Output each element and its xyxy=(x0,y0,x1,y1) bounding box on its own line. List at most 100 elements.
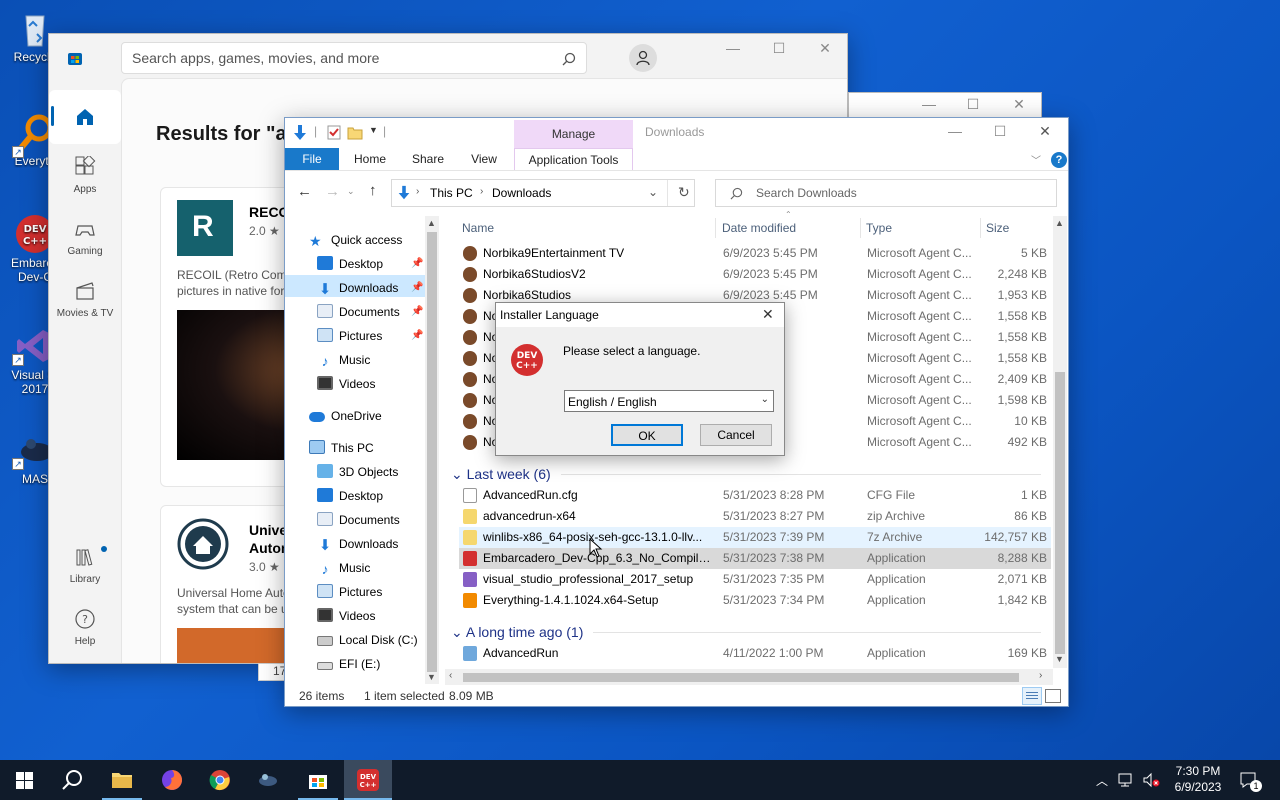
store-minimize-button[interactable]: — xyxy=(723,40,743,56)
store-maximize-button[interactable]: ☐ xyxy=(769,40,789,57)
explorer-maximize-button[interactable]: ☐ xyxy=(990,123,1010,140)
tab-home[interactable]: Home xyxy=(347,148,393,170)
breadcrumb-this-pc[interactable]: This PC xyxy=(430,186,473,200)
agent-file-icon xyxy=(463,246,477,261)
bg-minimize-button[interactable]: — xyxy=(919,96,939,112)
svg-text:DEV: DEV xyxy=(517,351,538,361)
file-size-cell: 2,409 KB xyxy=(997,372,1047,386)
manage-contextual-tab[interactable]: Manage xyxy=(514,120,633,148)
tab-file[interactable]: File xyxy=(285,148,339,170)
breadcrumb-downloads[interactable]: Downloads xyxy=(492,186,551,200)
start-button[interactable] xyxy=(0,760,48,800)
tab-view[interactable]: View xyxy=(461,148,507,170)
address-bar[interactable]: › This PC › Downloads ⌄ ↻ xyxy=(391,179,695,207)
file-row[interactable]: advancedrun-x64 5/31/2023 8:27 PM zip Arch… xyxy=(459,506,1051,527)
scroll-up-arrow[interactable]: ▲ xyxy=(1055,218,1064,228)
agent-file-icon xyxy=(463,372,477,387)
group-long-time-ago[interactable]: ⌄ A long time ago (1) xyxy=(451,620,1041,644)
taskbar-chrome[interactable] xyxy=(196,760,244,800)
taskbar-file-explorer[interactable] xyxy=(98,760,146,800)
taskbar-devcpp-installer[interactable]: DEV C++ xyxy=(344,760,392,800)
taskbar-mas-app[interactable] xyxy=(244,760,292,800)
column-divider[interactable] xyxy=(715,218,716,238)
file-row[interactable]: AdvancedRun 4/11/2022 1:00 PM Application 1… xyxy=(459,643,1051,664)
scroll-right-arrow[interactable]: › xyxy=(1039,670,1042,681)
ok-button[interactable]: OK xyxy=(611,424,683,446)
scroll-down-arrow[interactable]: ▼ xyxy=(427,672,436,682)
search-icon[interactable] xyxy=(562,52,576,66)
file-row[interactable]: visual_studio_professional_2017_setup 5/3… xyxy=(459,569,1051,590)
search-downloads-input[interactable]: Search Downloads xyxy=(715,179,1057,207)
account-avatar[interactable] xyxy=(629,44,657,72)
back-button[interactable]: ← xyxy=(297,183,312,200)
explorer-close-button[interactable]: ✕ xyxy=(1035,123,1055,140)
tab-share[interactable]: Share xyxy=(405,148,451,170)
properties-icon[interactable] xyxy=(327,125,341,140)
dialog-close-button[interactable]: ✕ xyxy=(762,306,774,323)
ribbon-divider xyxy=(285,170,1068,171)
bg-close-button[interactable]: ✕ xyxy=(1009,96,1029,113)
file-row[interactable]: Everything-1.4.1.1024.x64-Setup 5/31/2023… xyxy=(459,590,1051,611)
file-list-scrollbar[interactable]: ▲ ▼ xyxy=(1053,216,1067,668)
file-date-cell: 4/11/2022 1:00 PM xyxy=(723,646,824,660)
network-icon[interactable] xyxy=(1118,772,1136,788)
language-select[interactable]: English / English ⌄ xyxy=(564,390,774,412)
refresh-icon[interactable]: ↻ xyxy=(678,184,690,201)
file-type-cell: 7z Archive xyxy=(867,530,923,544)
file-row[interactable]: AdvancedRun.cfg 5/31/2023 8:28 PM CFG File… xyxy=(459,485,1051,506)
qat-dropdown-icon[interactable]: ▼ xyxy=(369,125,378,135)
bg-maximize-button[interactable]: ☐ xyxy=(963,96,983,113)
nav-library-label: Library xyxy=(69,574,101,585)
nav-gaming[interactable]: Gaming xyxy=(49,218,121,257)
column-size[interactable]: Size xyxy=(986,218,1009,238)
column-type[interactable]: Type xyxy=(866,218,892,238)
details-view-button[interactable] xyxy=(1022,687,1042,705)
file-name-cell: advancedrun-x64 xyxy=(483,509,576,523)
ribbon-expand-icon[interactable]: ﹀ xyxy=(1031,152,1041,167)
cancel-button[interactable]: Cancel xyxy=(700,424,772,446)
show-hidden-icons-button[interactable]: ︿ xyxy=(1096,772,1108,789)
address-dropdown-icon[interactable]: ⌄ xyxy=(648,185,658,199)
taskbar-store[interactable] xyxy=(294,760,342,800)
store-close-button[interactable]: ✕ xyxy=(815,40,835,57)
group-last-week[interactable]: ⌄ Last week (6) xyxy=(451,462,1041,486)
file-name-cell: AdvancedRun.cfg xyxy=(483,488,578,502)
scroll-up-arrow[interactable]: ▲ xyxy=(427,218,436,228)
recent-locations-icon[interactable]: ⌄ xyxy=(347,186,355,197)
file-row[interactable]: winlibs-x86_64-posix-seh-gcc-13.1.0-llv.… xyxy=(459,527,1051,548)
volume-muted-icon[interactable] xyxy=(1142,772,1160,788)
scroll-down-arrow[interactable]: ▼ xyxy=(1055,654,1064,664)
large-icons-view-button[interactable] xyxy=(1045,689,1061,703)
file-type-cell: Microsoft Agent C... xyxy=(867,309,972,323)
horizontal-scrollbar[interactable]: ‹ › xyxy=(445,669,1053,685)
nav-home[interactable] xyxy=(49,90,121,144)
mouse-cursor-icon xyxy=(589,538,603,558)
explorer-minimize-button[interactable]: — xyxy=(945,123,965,139)
file-row[interactable]: Norbika6StudiosV2 6/9/2023 5:45 PM Microso… xyxy=(459,264,1051,285)
status-item-count: 26 items xyxy=(299,689,345,703)
scroll-left-arrow[interactable]: ‹ xyxy=(449,670,452,681)
scrollbar-thumb[interactable] xyxy=(463,673,1019,682)
up-button[interactable]: ↑ xyxy=(369,182,377,199)
taskbar-search-button[interactable] xyxy=(48,760,96,800)
column-date-modified[interactable]: Date modified xyxy=(722,218,796,238)
store-search-input[interactable]: Search apps, games, movies, and more xyxy=(121,42,587,74)
forward-button[interactable]: → xyxy=(325,183,340,200)
column-name[interactable]: Name xyxy=(462,218,494,238)
column-divider[interactable] xyxy=(980,218,981,238)
scrollbar-thumb[interactable] xyxy=(1055,372,1065,654)
clock[interactable]: 7:30 PM 6/9/2023 xyxy=(1168,763,1228,795)
nav-movies-label: Movies & TV xyxy=(56,308,114,319)
chevron-right-icon: › xyxy=(416,186,420,197)
taskbar-firefox[interactable] xyxy=(148,760,196,800)
nav-apps[interactable]: Apps xyxy=(49,156,121,195)
help-icon[interactable]: ? xyxy=(1051,152,1067,168)
nav-library[interactable]: Library xyxy=(49,546,121,585)
file-row[interactable]: Norbika9Entertainment TV 6/9/2023 5:45 PM… xyxy=(459,243,1051,264)
file-row-selected[interactable]: Embarcadero_Dev-Cpp_6.3_No_Compiler... 5/… xyxy=(459,548,1051,569)
nav-help[interactable]: ? Help xyxy=(49,608,121,647)
column-divider[interactable] xyxy=(860,218,861,238)
nav-movies-tv[interactable]: Movies & TV xyxy=(49,280,121,319)
new-folder-icon[interactable] xyxy=(347,125,363,140)
tab-application-tools[interactable]: Application Tools xyxy=(514,148,633,170)
